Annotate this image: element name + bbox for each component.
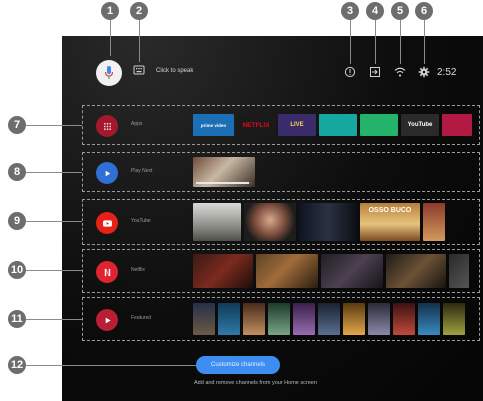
netflix-row-label: Netflix xyxy=(131,267,145,273)
youtube-thumbnail[interactable] xyxy=(299,203,357,241)
callout-6: 6 xyxy=(415,2,433,20)
callout-2: 2 xyxy=(130,2,148,20)
settings-gear-icon[interactable] xyxy=(418,66,430,78)
play-next-row-label: Play Next xyxy=(131,168,153,174)
progress-bar xyxy=(196,182,252,184)
youtube-icon[interactable] xyxy=(96,212,118,234)
app-tile-youtube[interactable]: YouTube xyxy=(401,114,439,136)
netflix-list xyxy=(193,250,469,292)
netflix-thumbnail[interactable] xyxy=(386,254,446,288)
apps-list: prime video NETFLIX LIVE YouTube xyxy=(193,106,472,144)
netflix-thumbnail[interactable] xyxy=(449,254,469,288)
keyboard-icon[interactable] xyxy=(133,64,145,76)
callout-12: 12 xyxy=(8,356,26,374)
featured-poster[interactable] xyxy=(268,303,290,335)
featured-poster[interactable] xyxy=(368,303,390,335)
callout-6-leader xyxy=(424,20,425,64)
featured-poster[interactable] xyxy=(293,303,315,335)
featured-list xyxy=(193,298,465,340)
callout-4: 4 xyxy=(366,2,384,20)
netflix-row[interactable]: Netflix xyxy=(82,249,480,293)
netflix-thumbnail[interactable] xyxy=(193,254,253,288)
microphone-icon xyxy=(104,66,114,79)
app-tile-play-store[interactable] xyxy=(319,114,357,136)
youtube-row-label: YouTube xyxy=(131,218,151,224)
apps-grid-icon[interactable] xyxy=(96,115,118,137)
callout-4-leader xyxy=(375,20,376,64)
callout-11: 11 xyxy=(8,310,26,328)
google-assistant-button[interactable] xyxy=(96,60,122,86)
callout-1: 1 xyxy=(101,2,119,20)
featured-poster[interactable] xyxy=(418,303,440,335)
netflix-thumbnail[interactable] xyxy=(256,254,318,288)
app-tile-red-app[interactable] xyxy=(442,114,472,136)
featured-poster[interactable] xyxy=(218,303,240,335)
callout-3-leader xyxy=(350,20,351,64)
app-tile-live-channels[interactable]: LIVE xyxy=(278,114,316,136)
play-next-list xyxy=(193,153,255,191)
featured-row[interactable]: Featured xyxy=(82,297,480,341)
callout-11-leader xyxy=(26,319,82,320)
callout-9-leader xyxy=(26,221,82,222)
customize-channels-button[interactable]: Customize channels xyxy=(196,356,280,374)
callout-1-leader xyxy=(110,20,111,56)
youtube-thumbnail[interactable] xyxy=(244,203,296,241)
callout-2-leader xyxy=(139,20,140,62)
youtube-thumbnail[interactable] xyxy=(423,203,445,241)
featured-poster[interactable] xyxy=(193,303,215,335)
callout-5-leader xyxy=(400,20,401,64)
wifi-icon[interactable] xyxy=(394,66,406,78)
play-next-icon[interactable] xyxy=(96,162,118,184)
callout-5: 5 xyxy=(391,2,409,20)
callout-9: 9 xyxy=(8,212,26,230)
callout-7-leader xyxy=(26,125,82,126)
app-tile-green-app[interactable] xyxy=(360,114,398,136)
apps-row[interactable]: Apps prime video NETFLIX LIVE YouTube xyxy=(82,105,480,145)
play-next-item[interactable] xyxy=(193,157,255,187)
featured-poster[interactable] xyxy=(393,303,415,335)
callout-8-leader xyxy=(26,172,82,173)
apps-row-label: Apps xyxy=(131,121,143,127)
netflix-icon[interactable] xyxy=(96,261,118,283)
customize-channels-subtitle: Add and remove channels from your Home s… xyxy=(194,380,317,386)
callout-10-leader xyxy=(26,270,82,271)
youtube-thumbnail[interactable]: OSSO BUCO xyxy=(360,203,420,241)
youtube-list: OSSO BUCO xyxy=(193,200,445,244)
callout-8: 8 xyxy=(8,163,26,181)
callout-12-leader xyxy=(26,365,196,366)
play-next-row[interactable]: Play Next xyxy=(82,152,480,192)
notifications-icon[interactable] xyxy=(344,66,356,78)
featured-poster[interactable] xyxy=(318,303,340,335)
clock: 2:52 xyxy=(437,67,457,78)
input-source-icon[interactable] xyxy=(369,66,381,78)
progress-fill xyxy=(196,182,250,184)
app-tile-netflix[interactable]: NETFLIX xyxy=(237,114,275,136)
callout-3: 3 xyxy=(341,2,359,20)
callout-10: 10 xyxy=(8,261,26,279)
youtube-row[interactable]: YouTube OSSO BUCO xyxy=(82,199,480,245)
featured-poster[interactable] xyxy=(443,303,465,335)
featured-poster[interactable] xyxy=(343,303,365,335)
featured-poster[interactable] xyxy=(243,303,265,335)
app-tile-prime-video[interactable]: prime video xyxy=(193,114,234,136)
netflix-thumbnail[interactable] xyxy=(321,254,383,288)
featured-play-icon[interactable] xyxy=(96,309,118,331)
featured-row-label: Featured xyxy=(131,315,152,321)
callout-7: 7 xyxy=(8,116,26,134)
assistant-hint: Click to speak xyxy=(156,68,194,74)
youtube-thumbnail[interactable] xyxy=(193,203,241,241)
